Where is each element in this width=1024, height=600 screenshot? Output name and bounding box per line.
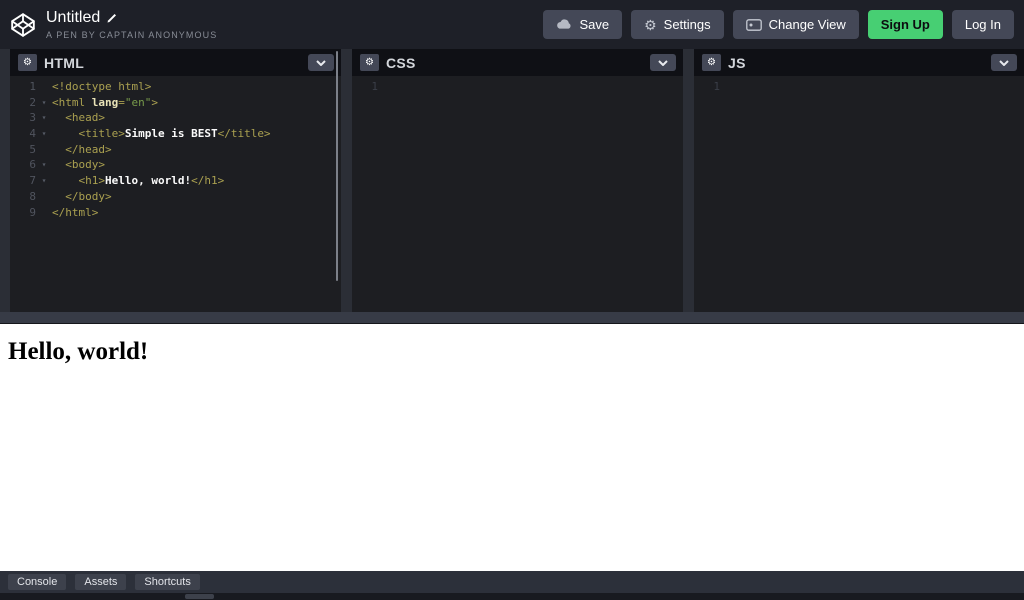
pen-author-subtitle: A PEN BY CAPTAIN ANONYMOUS (46, 30, 218, 40)
gear-icon: ⚙ (23, 56, 32, 68)
css-panel-header: ⚙ CSS (352, 49, 683, 76)
gear-icon: ⚙ (365, 56, 374, 68)
edit-pencil-icon[interactable] (106, 12, 118, 24)
gear-icon: ⚙ (644, 16, 657, 33)
scrollbar-thumb[interactable] (185, 594, 214, 599)
pen-title-block: Untitled A PEN BY CAPTAIN ANONYMOUS (46, 9, 217, 40)
change-view-icon (745, 18, 762, 31)
html-panel-title: HTML (44, 54, 85, 71)
code-line: 2 ▾ <html lang="en"> (29, 95, 158, 109)
code-line: 3 ▾ <head> (29, 111, 105, 125)
footer-bar: Console Assets Shortcuts (0, 571, 1024, 593)
sign-up-label: Sign Up (880, 17, 930, 32)
chevron-down-icon (999, 59, 1009, 66)
code-line: 5 </head> (29, 142, 112, 156)
code-line: 4 ▾ <title>Simple is BEST</title> (29, 127, 271, 141)
gear-icon: ⚙ (707, 56, 716, 68)
html-panel-header: ⚙ HTML (10, 49, 341, 76)
log-in-button[interactable]: Log In (951, 10, 1014, 39)
save-label: Save (579, 17, 610, 32)
cloud-icon (556, 19, 572, 30)
code-line: 8 </body> (29, 189, 112, 203)
codepen-logo-icon[interactable] (10, 12, 36, 38)
css-panel-title: CSS (386, 54, 416, 71)
js-panel-header: ⚙ JS (694, 49, 1024, 76)
css-editor-panel: ⚙ CSS 1 (352, 49, 683, 312)
header-actions: Save ⚙ Settings Change View Sign Up Log … (543, 10, 1014, 39)
code-line: 1 (371, 80, 378, 93)
css-collapse-button[interactable] (650, 54, 676, 71)
js-settings-gear-button[interactable]: ⚙ (702, 54, 721, 71)
js-code-editor[interactable]: 1 (694, 76, 1024, 312)
editor-zone: ⚙ HTML 1 <!doctype html> 2 ▾ <html lang="en"… (0, 49, 1024, 312)
js-editor-panel: ⚙ JS 1 (694, 49, 1024, 312)
change-view-button[interactable]: Change View (732, 10, 859, 39)
code-line: 6 ▾ <body> (29, 158, 105, 172)
html-editor-panel: ⚙ HTML 1 <!doctype html> 2 ▾ <html lang="en"… (10, 49, 341, 312)
code-line: 7 ▾ <h1>Hello, world!</h1> (29, 174, 225, 188)
html-settings-gear-button[interactable]: ⚙ (18, 54, 37, 71)
pen-title: Untitled (46, 9, 101, 26)
js-panel-title: JS (728, 54, 746, 71)
save-button[interactable]: Save (543, 10, 623, 39)
sign-up-button[interactable]: Sign Up (867, 10, 943, 39)
log-in-label: Log In (964, 17, 1001, 32)
bottom-scrollbar-track (0, 593, 1024, 600)
assets-button[interactable]: Assets (75, 574, 127, 590)
preview-pane: Hello, world! (0, 324, 1024, 571)
code-line: 9 </html> (29, 205, 99, 219)
chevron-down-icon (658, 59, 668, 66)
code-line: 1 (713, 80, 720, 93)
console-button[interactable]: Console (8, 574, 67, 590)
editor-scrollbar[interactable] (336, 51, 338, 281)
chevron-down-icon (316, 59, 326, 66)
html-collapse-button[interactable] (308, 54, 334, 71)
change-view-label: Change View (768, 17, 846, 32)
css-code-editor[interactable]: 1 (352, 76, 683, 312)
settings-label: Settings (663, 17, 711, 32)
preview-heading: Hello, world! (8, 338, 149, 365)
html-code-editor[interactable]: 1 <!doctype html> 2 ▾ <html lang="en"> 3 ▾ <he… (10, 76, 341, 312)
shortcuts-button[interactable]: Shortcuts (135, 574, 200, 590)
horizontal-resize-bar[interactable] (0, 312, 1024, 324)
code-line: 1 <!doctype html> (29, 80, 152, 93)
top-header-bar: Untitled A PEN BY CAPTAIN ANONYMOUS Save… (0, 0, 1024, 49)
settings-button[interactable]: ⚙ Settings (631, 10, 724, 39)
css-settings-gear-button[interactable]: ⚙ (360, 54, 379, 71)
js-collapse-button[interactable] (991, 54, 1017, 71)
